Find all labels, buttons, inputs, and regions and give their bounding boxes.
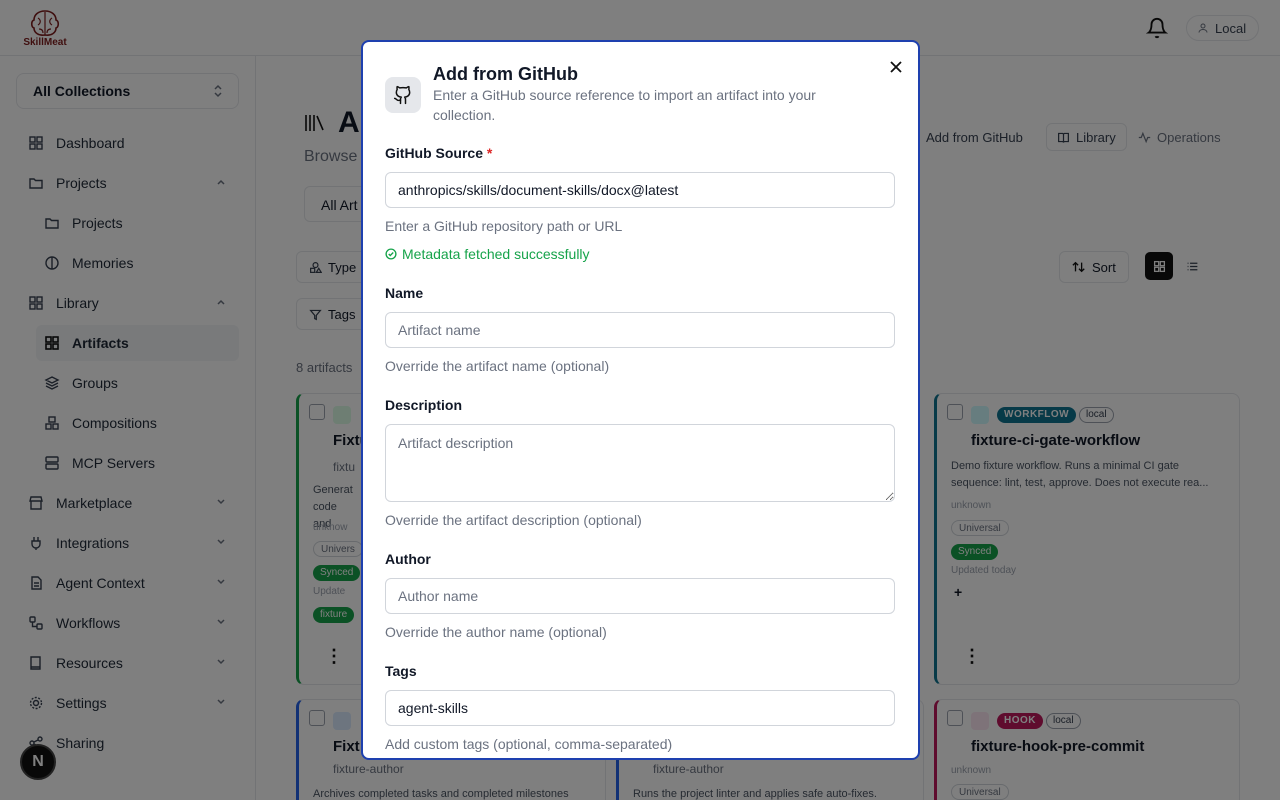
github-source-label-text: GitHub Source <box>385 145 484 161</box>
tags-input[interactable] <box>385 690 895 726</box>
description-textarea[interactable] <box>385 424 895 502</box>
name-label: Name <box>385 285 424 301</box>
github-source-input[interactable] <box>385 172 895 208</box>
tags-label: Tags <box>385 663 417 679</box>
dialog-description: Enter a GitHub source reference to impor… <box>433 87 816 123</box>
add-from-github-dialog: Add from GitHub Enter a GitHub source re… <box>361 40 920 760</box>
author-input[interactable] <box>385 578 895 614</box>
dialog-title: Add from GitHub <box>433 64 578 84</box>
github-source-label: GitHub Source * <box>385 145 492 161</box>
required-mark: * <box>486 145 493 161</box>
description-label: Description <box>385 397 463 413</box>
author-help: Override the author name (optional) <box>385 624 607 640</box>
name-help: Override the artifact name (optional) <box>385 358 610 374</box>
metadata-success-message: Metadata fetched successfully <box>385 246 590 262</box>
description-help: Override the artifact description (optio… <box>385 512 642 528</box>
github-source-help: Enter a GitHub repository path or URL <box>385 218 623 234</box>
check-circle-icon <box>385 248 397 260</box>
close-icon[interactable] <box>887 58 905 76</box>
tags-help: Add custom tags (optional, comma-separat… <box>385 736 673 752</box>
success-text: Metadata fetched successfully <box>402 246 590 262</box>
name-input[interactable] <box>385 312 895 348</box>
author-label: Author <box>385 551 431 567</box>
github-icon <box>385 77 421 113</box>
